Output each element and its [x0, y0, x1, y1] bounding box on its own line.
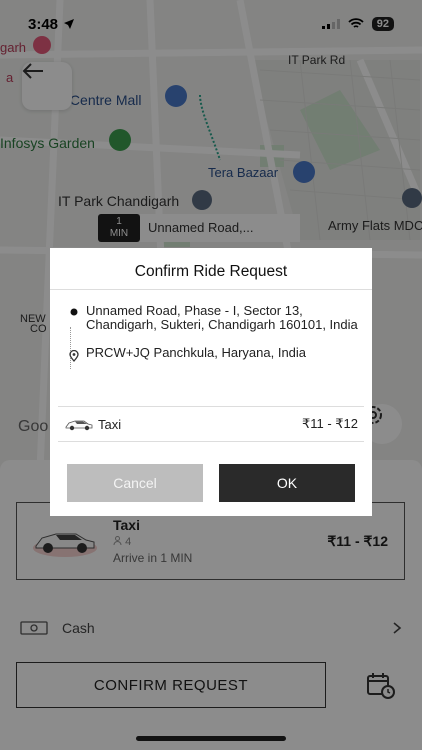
map-pin-icon: [69, 350, 79, 362]
dialog-vehicle-name: Taxi: [98, 416, 122, 432]
pickup-location: Unnamed Road, Phase - I, Sector 13, Chan…: [50, 304, 372, 332]
drop-location: PRCW+JQ Panchkula, Haryana, India: [50, 346, 372, 362]
dialog-title: Confirm Ride Request: [50, 248, 372, 290]
car-icon: [65, 420, 93, 431]
drop-address: PRCW+JQ Panchkula, Haryana, India: [86, 345, 307, 360]
drop-marker: [64, 346, 84, 362]
cancel-button[interactable]: Cancel: [67, 464, 203, 502]
dialog-vehicle-price: ₹11 - ₹12: [301, 416, 358, 431]
pickup-address: Unnamed Road, Phase - I, Sector 13, Chan…: [86, 303, 358, 332]
pickup-marker: [64, 304, 84, 332]
pickup-dot-icon: [70, 308, 78, 316]
confirm-ride-dialog: Confirm Ride Request Unnamed Road, Phase…: [50, 248, 372, 516]
ok-button[interactable]: OK: [219, 464, 355, 502]
dialog-vehicle-row: Taxi ₹11 - ₹12: [58, 406, 364, 442]
